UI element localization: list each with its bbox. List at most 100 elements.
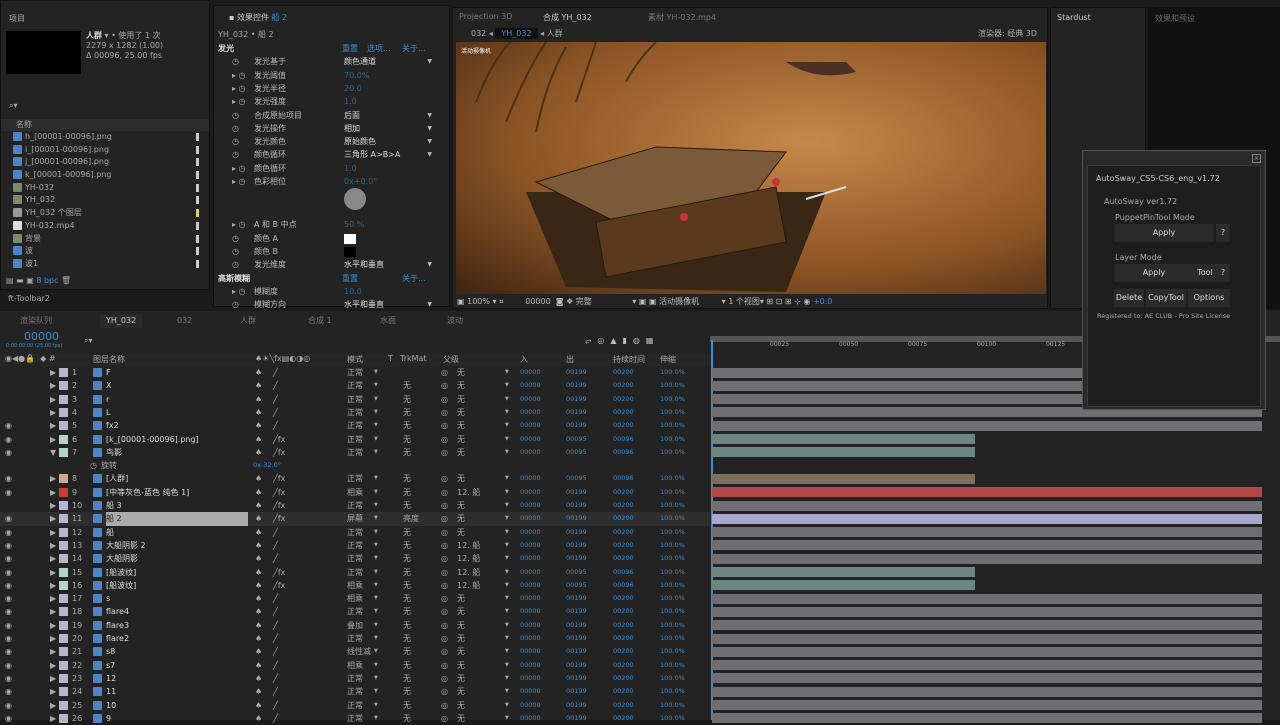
viewer-canvas[interactable]: 活动摄像机	[456, 42, 1046, 294]
time-in[interactable]: 00000	[520, 512, 541, 525]
dropdown-icon[interactable]: ▼	[374, 552, 378, 565]
dropdown-icon[interactable]: ▼	[374, 699, 378, 712]
table-row[interactable]: ◉ ▶ 24 11 ♠ ╱ 正常 ▼ 无 ◎ 无 ▼ 00000 00199 00200 100.0%	[0, 685, 710, 698]
quality-switch[interactable]: ╱fx	[273, 566, 285, 579]
time-out[interactable]: 00199	[566, 539, 587, 552]
label-color[interactable]	[59, 713, 68, 723]
col-in[interactable]: 入	[520, 354, 528, 365]
time-in[interactable]: 00000	[520, 592, 541, 605]
time-d[interactable]: 00200	[613, 379, 634, 392]
quality-switch[interactable]: ╱	[273, 659, 278, 672]
quality-switch[interactable]: ╱	[273, 406, 278, 419]
dropdown-icon[interactable]: ▼	[505, 632, 509, 645]
quality-switch[interactable]: ╱	[273, 712, 278, 725]
time-s[interactable]: 100.0%	[660, 712, 685, 725]
time-in[interactable]: 00000	[520, 446, 541, 459]
expand-icon[interactable]: ▶	[50, 539, 56, 552]
dropdown-icon[interactable]: ▼	[505, 486, 509, 499]
layer-name[interactable]: 10	[106, 699, 116, 712]
trkmat-select[interactable]: 无	[403, 672, 411, 685]
property-dropdown[interactable]: 原始颜色	[344, 135, 432, 148]
layer-name[interactable]: 船 2	[106, 512, 248, 526]
time-s[interactable]: 100.0%	[660, 645, 685, 658]
label-color[interactable]	[59, 407, 68, 417]
label-color[interactable]	[196, 209, 199, 218]
trkmat-select[interactable]: 无	[403, 446, 411, 459]
pickwhip-icon[interactable]: ◎	[441, 393, 448, 406]
time-in[interactable]: 00000	[520, 539, 541, 552]
label-color[interactable]	[59, 554, 68, 564]
dropdown-icon[interactable]: ▼	[374, 512, 378, 525]
dropdown-icon[interactable]: ▼	[505, 605, 509, 618]
pickwhip-icon[interactable]: ◎	[441, 699, 448, 712]
shy-icon[interactable]: ♠	[255, 579, 262, 592]
layer-bar[interactable]	[712, 420, 1262, 431]
property-dropdown[interactable]: 水平和垂直	[344, 298, 432, 311]
shy-icon[interactable]: ♠	[255, 526, 262, 539]
expand-icon[interactable]: ▶	[50, 605, 56, 618]
pickwhip-icon[interactable]: ◎	[441, 619, 448, 632]
time-d[interactable]: 00096	[613, 579, 634, 592]
expand-icon[interactable]: ▶	[50, 672, 56, 685]
shy-icon[interactable]: ♠	[255, 712, 262, 725]
layer-bar[interactable]	[712, 473, 975, 484]
dropdown-icon[interactable]: ▼	[505, 472, 509, 485]
quality-switch[interactable]: ╱fx	[273, 433, 285, 446]
tool-button[interactable]: Tool	[1194, 264, 1216, 282]
quality-switch[interactable]: ╱fx	[273, 499, 285, 512]
stopwatch-icon[interactable]: ◷	[232, 148, 239, 161]
time-s[interactable]: 100.0%	[660, 512, 685, 525]
timeline-tab[interactable]: 波动	[447, 314, 463, 328]
dropdown-icon[interactable]: ▼	[505, 393, 509, 406]
shy-icon[interactable]: ♠	[255, 433, 262, 446]
pickwhip-icon[interactable]: ◎	[441, 592, 448, 605]
time-s[interactable]: 100.0%	[660, 526, 685, 539]
time-out[interactable]: 00199	[566, 699, 587, 712]
project-item[interactable]: YH_032	[1, 194, 209, 207]
expand-icon[interactable]: ▶	[50, 366, 56, 379]
dropdown-icon[interactable]: ▼	[374, 393, 378, 406]
shy-icon[interactable]: ♠	[255, 406, 262, 419]
label-color[interactable]	[59, 527, 68, 537]
time-d[interactable]: 00200	[613, 592, 634, 605]
time-d[interactable]: 00200	[613, 512, 634, 525]
time-out[interactable]: 00199	[566, 486, 587, 499]
shy-icon[interactable]: ♠	[255, 419, 262, 432]
project-search-icon[interactable]: ⌕▾	[9, 101, 18, 111]
table-row[interactable]: ◉ ▶ 23 12 ♠ ╱ 正常 ▼ 无 ◎ 无 ▼ 00000 00199 00200 100.0%	[0, 672, 710, 685]
pickwhip-icon[interactable]: ◎	[441, 472, 448, 485]
property-value[interactable]: 50 %	[344, 218, 432, 231]
layer-name[interactable]: 12	[106, 672, 116, 685]
expand-icon[interactable]: ▶	[50, 619, 56, 632]
delete-button[interactable]: Delete	[1114, 289, 1144, 307]
stopwatch-icon[interactable]: ◷	[232, 55, 239, 68]
time-d[interactable]: 00200	[613, 499, 634, 512]
shy-icon[interactable]: ♠	[255, 672, 262, 685]
table-row[interactable]: ◉ ▶ 22 s7 ♠ ╱ 相乘 ▼ 无 ◎ 无 ▼ 00000 00199 00200 100.0%	[0, 659, 710, 672]
quality-switch[interactable]: ╱	[273, 592, 278, 605]
pickwhip-icon[interactable]: ◎	[441, 605, 448, 618]
label-color[interactable]	[196, 259, 199, 268]
label-color[interactable]	[59, 580, 68, 590]
time-in[interactable]: 00000	[520, 672, 541, 685]
quality-switch[interactable]: ╱	[273, 672, 278, 685]
time-s[interactable]: 100.0%	[660, 419, 685, 432]
layer-name[interactable]: flare4	[106, 605, 129, 618]
views-select[interactable]: 1 个视图	[728, 297, 760, 306]
dropdown-icon[interactable]: ▼	[374, 379, 378, 392]
time-out[interactable]: 00199	[566, 672, 587, 685]
time-out[interactable]: 00095	[566, 472, 587, 485]
eye-icon[interactable]: ◉	[5, 699, 12, 712]
dropdown-icon[interactable]: ▼	[374, 605, 378, 618]
layer-name[interactable]: fx2	[106, 419, 119, 432]
time-d[interactable]: 00200	[613, 526, 634, 539]
layer-name[interactable]: s	[106, 592, 110, 605]
property-value[interactable]: 0x+0.0°	[344, 175, 432, 188]
time-d[interactable]: 00200	[613, 393, 634, 406]
stopwatch-icon[interactable]: ◷	[232, 258, 239, 271]
time-in[interactable]: 00000	[520, 685, 541, 698]
resolution-select[interactable]: 完整	[576, 297, 592, 306]
eye-icon[interactable]: ◉	[5, 526, 12, 539]
eye-icon[interactable]: ◉	[5, 592, 12, 605]
layer-name[interactable]: [人群]	[106, 472, 128, 485]
